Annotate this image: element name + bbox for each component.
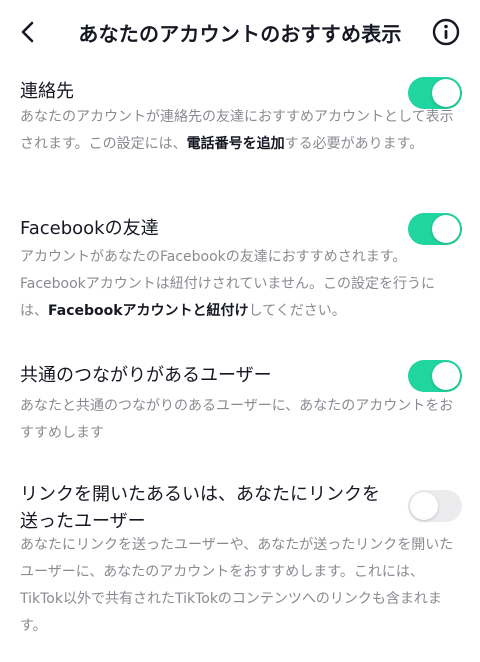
mutual-connections-toggle[interactable] [408, 360, 462, 392]
chevron-left-icon [21, 21, 34, 43]
desc-text: してください。 [248, 303, 346, 319]
setting-description: アカウントがあなたのFacebookの友達におすすめされます。Facebookア… [20, 244, 460, 325]
header-bar: あなたのアカウントのおすすめ表示 [0, 0, 480, 64]
add-phone-number-link[interactable]: 電話番号を追加 [187, 136, 285, 152]
setting-description: あなたと共通のつながりのあるユーザーに、あなたのアカウントをおすすめします [20, 398, 454, 441]
setting-description: あなたにリンクを送ったユーザーや、あなたが送ったリンクを開いたユーザーに、あなた… [20, 537, 454, 634]
back-button[interactable] [12, 16, 44, 48]
desc-text: する必要があります。 [284, 136, 424, 152]
link-facebook-account-link[interactable]: Facebookアカウントと紐付け [48, 303, 249, 319]
page-title: あなたのアカウントのおすすめ表示 [78, 22, 402, 46]
toggle-knob [410, 492, 438, 520]
setting-title: Facebookの友達 [20, 218, 159, 239]
setting-description: あなたのアカウントが連絡先の友達におすすめアカウントとして表示されます。この設定… [20, 104, 460, 158]
info-circle-icon [432, 18, 460, 46]
info-button[interactable] [432, 18, 460, 46]
link-users-toggle[interactable] [408, 490, 462, 522]
toggle-knob [432, 79, 460, 107]
facebook-friends-toggle[interactable] [408, 213, 462, 245]
toggle-knob [432, 215, 460, 243]
setting-title: 共通のつながりがあるユーザー [20, 365, 272, 386]
toggle-knob [432, 362, 460, 390]
setting-title: リンクを開いたあるいは、あなたにリンクを送ったユーザー [20, 484, 380, 532]
setting-title: 連絡先 [20, 81, 74, 102]
